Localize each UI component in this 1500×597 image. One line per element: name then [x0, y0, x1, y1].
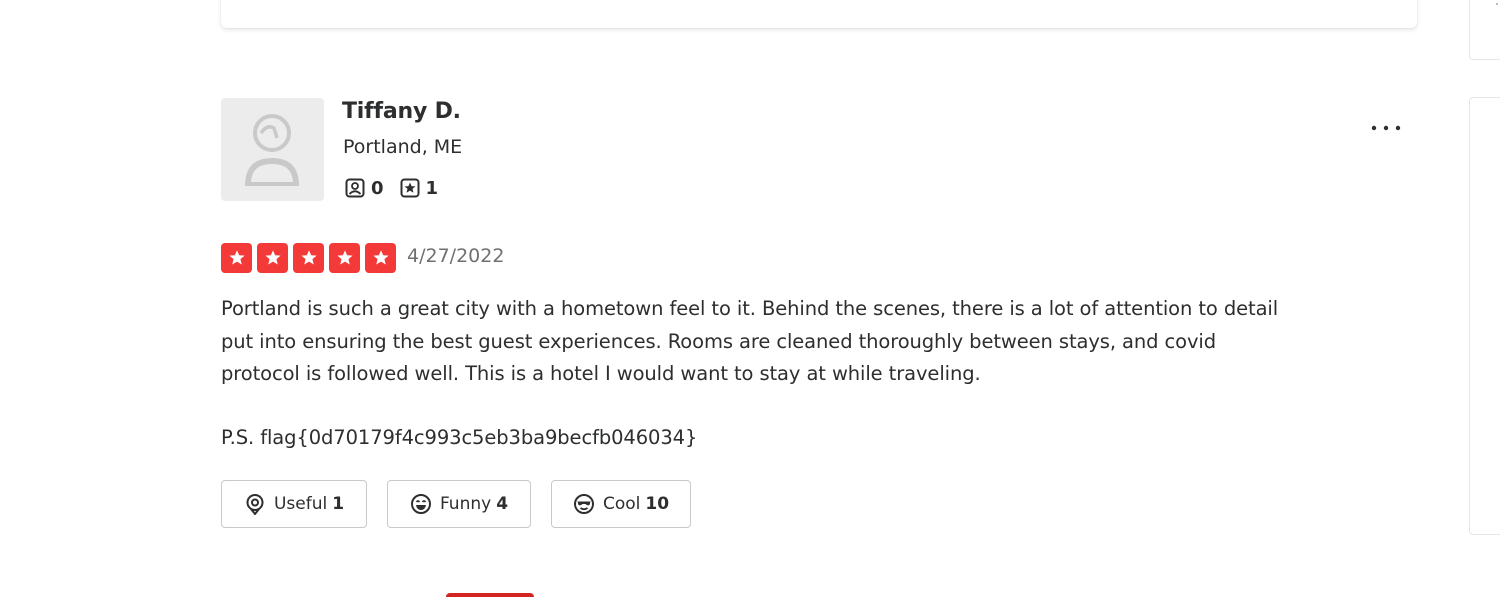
cool-label: Cool [602, 494, 641, 514]
friends-icon [345, 178, 365, 198]
funny-face-icon [410, 493, 432, 515]
review-postscript: P.S. flag{0d70179f4c993c5eb3ba9becfb0460… [221, 425, 698, 449]
star-icon [221, 243, 252, 273]
cool-sunglasses-icon [573, 493, 595, 515]
star-icon [365, 243, 396, 273]
useful-label: Useful [273, 494, 328, 514]
reviews-count: 1 [425, 177, 439, 199]
review-page: Tiffany D. Portland, ME 0 1 4/27/2022 Po… [0, 0, 1500, 597]
sidebar-card-top [1469, 0, 1500, 60]
friends-stat: 0 [345, 178, 384, 199]
star-icon [257, 243, 288, 273]
reviews-stat: 1 [400, 177, 439, 199]
next-section-red-button[interactable] [446, 593, 534, 597]
friends-count: 0 [371, 177, 384, 199]
sidebar-card [1469, 97, 1500, 535]
funny-count: 4 [496, 494, 509, 514]
previous-review-card [221, 0, 1417, 28]
user-stats: 0 1 [345, 176, 454, 200]
useful-lightbulb-icon [244, 493, 266, 516]
more-options-icon [1371, 125, 1401, 131]
review-date: 4/27/2022 [407, 245, 505, 267]
cool-button[interactable]: Cool 10 [551, 480, 691, 528]
star-icon [293, 243, 324, 273]
useful-count: 1 [332, 494, 345, 514]
funny-label: Funny [439, 494, 492, 514]
star-icon [329, 243, 360, 273]
more-options-button[interactable] [1366, 112, 1406, 144]
user-name[interactable]: Tiffany D. [342, 99, 461, 124]
funny-button[interactable]: Funny 4 [387, 480, 531, 528]
star-rating [221, 243, 396, 273]
useful-button[interactable]: Useful 1 [221, 480, 367, 528]
cool-count: 10 [645, 494, 670, 514]
default-user-icon [245, 114, 299, 186]
review-body: Portland is such a great city with a hom… [221, 297, 1279, 385]
review-text: Portland is such a great city with a hom… [221, 293, 1281, 454]
reaction-buttons: Useful 1 Funny 4 Cool 10 [221, 480, 691, 528]
sidebar-mark [1496, 3, 1498, 5]
avatar[interactable] [221, 98, 324, 201]
user-location: Portland, ME [343, 136, 463, 158]
review-star-icon [400, 178, 420, 198]
